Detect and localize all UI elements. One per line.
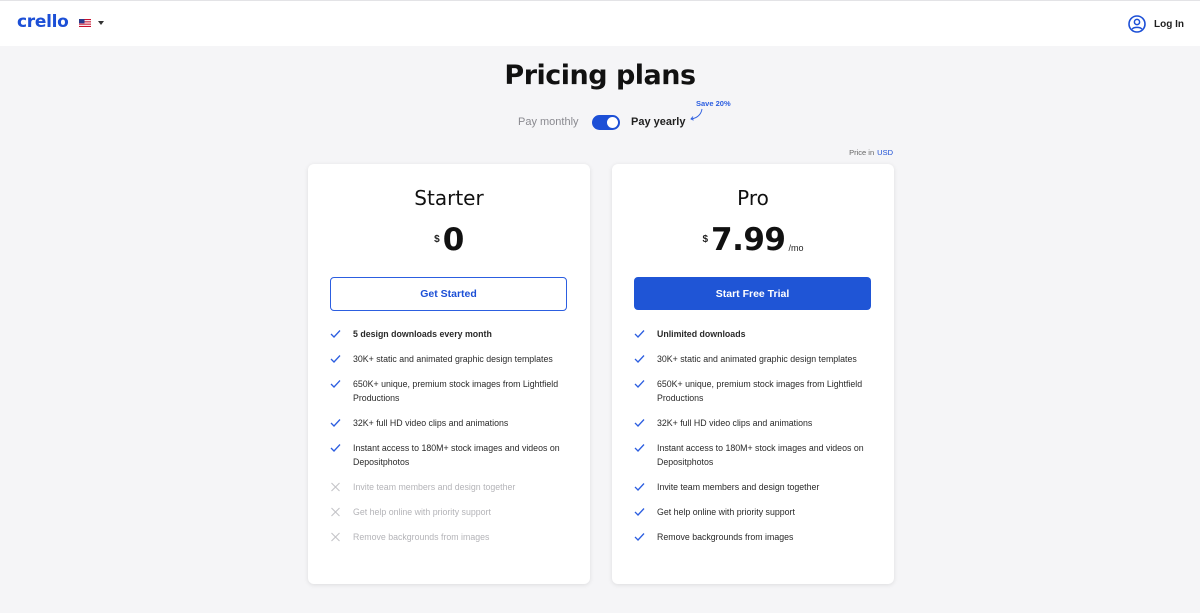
start-free-trial-button[interactable]: Start Free Trial: [634, 277, 871, 310]
check-icon: [634, 508, 645, 516]
pay-monthly-option[interactable]: Pay monthly: [518, 116, 579, 128]
check-icon: [330, 380, 341, 388]
billing-toggle[interactable]: [592, 115, 620, 130]
price-amount: 0: [442, 222, 465, 258]
check-icon: [634, 330, 645, 338]
feature-text: 32K+ full HD video clips and animations: [353, 418, 509, 428]
feature-text: Get help online with priority support: [657, 507, 795, 517]
check-icon: [330, 444, 341, 452]
feature-item: 30K+ static and animated graphic design …: [634, 352, 874, 366]
feature-item: 5 design downloads every month: [330, 327, 570, 341]
plan-name: Pro: [737, 186, 769, 210]
feature-item: 32K+ full HD video clips and animations: [330, 416, 570, 430]
check-icon: [634, 533, 645, 541]
user-icon: [1128, 15, 1146, 33]
curved-arrow-icon: [690, 108, 703, 121]
currency-symbol: $: [702, 234, 709, 245]
price-period: /mo: [788, 243, 804, 253]
cross-icon: [331, 507, 340, 517]
check-icon: [634, 380, 645, 388]
save-badge: Save 20%: [696, 99, 731, 108]
login-label: Log In: [1154, 18, 1184, 30]
check-icon: [330, 419, 341, 427]
currency-note: Price in USD: [849, 148, 893, 157]
plan-card-starter: Starter $ 0 Get Started 5 design downloa…: [308, 164, 590, 584]
plan-card-pro: Pro $ 7.99 /mo Start Free Trial Unlimite…: [612, 164, 894, 584]
billing-period-switch: Pay monthly Pay yearly: [0, 113, 1200, 133]
feature-item: Get help online with priority support: [634, 505, 874, 519]
feature-text: Invite team members and design together: [657, 482, 820, 492]
plan-name: Starter: [414, 186, 484, 210]
feature-text: Get help online with priority support: [353, 507, 491, 517]
plan-price: $ 0: [308, 222, 590, 258]
feature-text: 650K+ unique, premium stock images from …: [353, 379, 559, 403]
price-in-label: Price in: [849, 148, 875, 157]
feature-item: Instant access to 180M+ stock images and…: [634, 441, 874, 469]
pay-yearly-option[interactable]: Pay yearly: [631, 116, 685, 128]
feature-item: 30K+ static and animated graphic design …: [330, 352, 570, 366]
feature-text: Unlimited downloads: [657, 329, 746, 339]
check-icon: [634, 444, 645, 452]
top-navigation-bar: crello Log In: [0, 0, 1200, 46]
plan-price: $ 7.99 /mo: [612, 222, 894, 258]
check-icon: [634, 419, 645, 427]
feature-item: 32K+ full HD video clips and animations: [634, 416, 874, 430]
feature-item: Invite team members and design together: [330, 480, 570, 494]
chevron-down-icon: [98, 21, 104, 25]
feature-text: Remove backgrounds from images: [657, 532, 794, 542]
feature-text: Instant access to 180M+ stock images and…: [353, 443, 560, 467]
us-flag-icon: [79, 19, 91, 27]
check-icon: [330, 330, 341, 338]
toggle-knob: [607, 117, 618, 128]
language-selector[interactable]: [79, 15, 104, 31]
feature-item: Instant access to 180M+ stock images and…: [330, 441, 570, 469]
feature-list: Unlimited downloads 30K+ static and anima…: [634, 327, 874, 555]
feature-text: 30K+ static and animated graphic design …: [657, 354, 857, 364]
check-icon: [330, 355, 341, 363]
feature-text: 32K+ full HD video clips and animations: [657, 418, 813, 428]
feature-item: Remove backgrounds from images: [634, 530, 874, 544]
feature-item: Get help online with priority support: [330, 505, 570, 519]
feature-item: Invite team members and design together: [634, 480, 874, 494]
feature-text: Invite team members and design together: [353, 482, 516, 492]
currency-selector[interactable]: USD: [877, 148, 893, 157]
feature-text: Remove backgrounds from images: [353, 532, 490, 542]
get-started-button[interactable]: Get Started: [330, 277, 567, 311]
feature-text: 5 design downloads every month: [353, 329, 492, 339]
feature-item: 650K+ unique, premium stock images from …: [330, 377, 570, 405]
feature-item: Unlimited downloads: [634, 327, 874, 341]
check-icon: [634, 483, 645, 491]
check-icon: [634, 355, 645, 363]
currency-symbol: $: [434, 234, 440, 245]
page-title: Pricing plans: [504, 60, 696, 91]
crello-logo[interactable]: crello: [17, 12, 69, 32]
login-button[interactable]: Log In: [1128, 14, 1184, 34]
feature-text: Instant access to 180M+ stock images and…: [657, 443, 864, 467]
feature-item: 650K+ unique, premium stock images from …: [634, 377, 874, 405]
feature-text: 650K+ unique, premium stock images from …: [657, 379, 863, 403]
feature-list: 5 design downloads every month 30K+ stati…: [330, 327, 570, 555]
feature-text: 30K+ static and animated graphic design …: [353, 354, 553, 364]
cross-icon: [331, 482, 340, 492]
feature-item: Remove backgrounds from images: [330, 530, 570, 544]
cross-icon: [331, 532, 340, 542]
price-amount: 7.99: [711, 222, 786, 258]
